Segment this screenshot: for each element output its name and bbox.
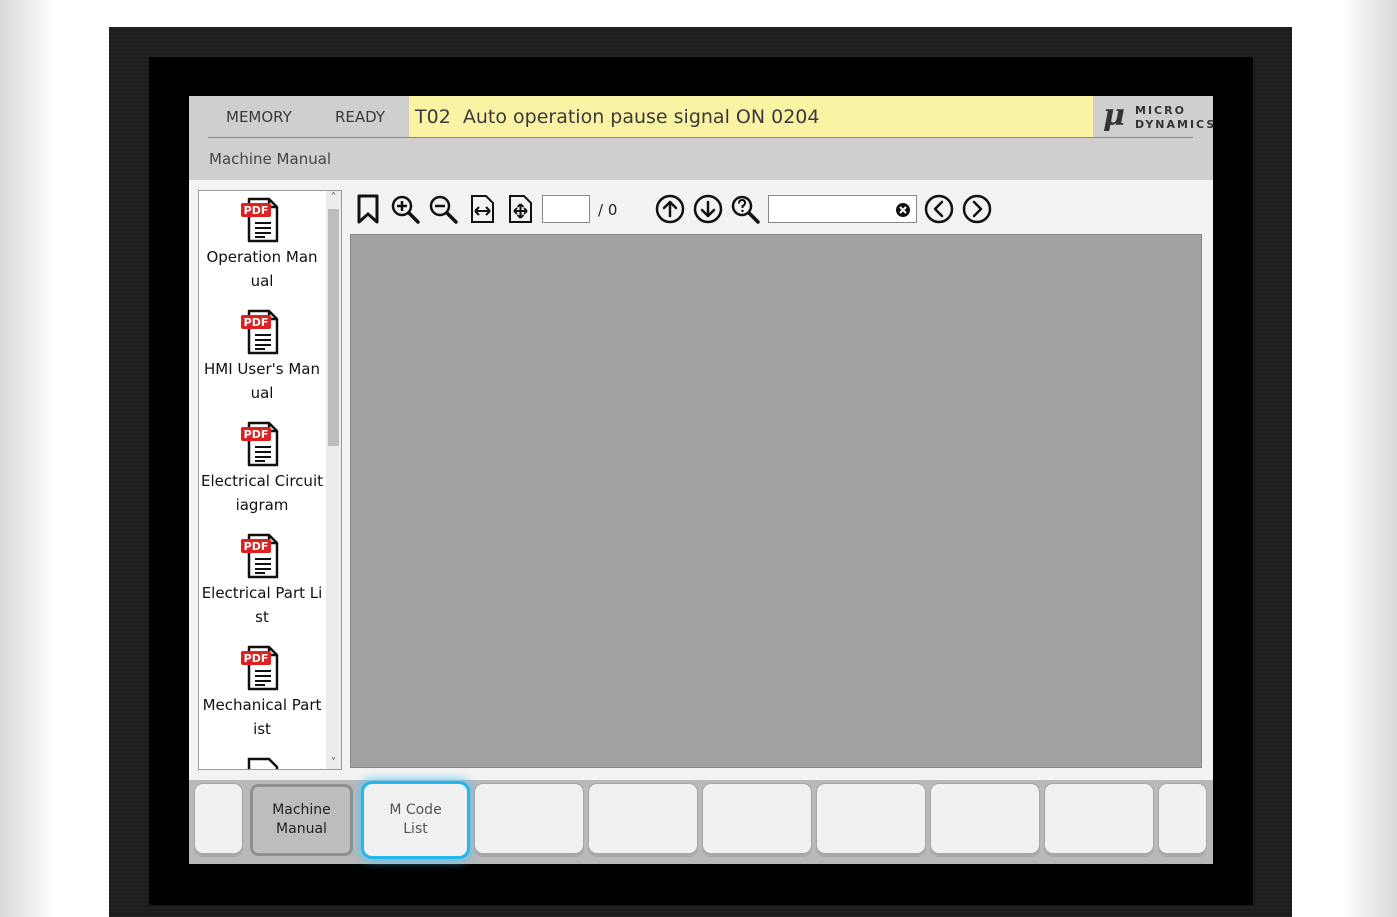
file-list-item[interactable]: PDF Electrical Part Li st [199, 527, 325, 639]
softkey-mcode-list[interactable]: M Code List [364, 784, 467, 856]
softkey-bar: Machine Manual M Code List [189, 780, 1213, 864]
fit-width-icon[interactable] [467, 194, 497, 224]
next-page-icon[interactable] [962, 194, 992, 224]
pdf-file-icon: PDF [241, 421, 279, 467]
scrollbar-thumb[interactable] [328, 209, 339, 446]
zoom-in-icon[interactable] [390, 194, 420, 224]
svg-text:PDF: PDF [244, 204, 269, 217]
status-bar: MEMORY READY T02 Auto operation pause si… [189, 96, 1214, 138]
scroll-down-arrow-icon[interactable]: ˅ [326, 757, 341, 768]
softkey-back[interactable] [195, 784, 242, 856]
file-list-item[interactable]: PDF Operation Man ual [199, 191, 325, 303]
logo-text-line2: DYNAMICS [1135, 118, 1217, 131]
file-name-label: Electrical Part Li st [201, 584, 323, 626]
page-total-label: / 0 [598, 201, 618, 219]
company-logo: μ MICRO DYNAMICS [1101, 98, 1214, 133]
zoom-out-icon[interactable] [428, 194, 458, 224]
softkey-empty-5[interactable] [703, 784, 811, 856]
logo-text-line1: MICRO [1135, 104, 1186, 117]
bookmark-icon[interactable] [353, 194, 383, 224]
previous-page-icon[interactable] [924, 194, 954, 224]
alarm-message: T02 Auto operation pause signal ON 0204 [415, 106, 820, 128]
page-number-input[interactable] [542, 195, 590, 223]
state-indicator: READY [335, 108, 386, 126]
pdf-file-icon: PDF [241, 197, 279, 243]
pdf-file-icon [247, 757, 279, 769]
softkey-machine-manual-label: Machine Manual [272, 802, 331, 837]
softkey-mcode-list-label: M Code List [389, 802, 442, 837]
pdf-file-icon: PDF [241, 645, 279, 691]
softkey-empty-4[interactable] [589, 784, 697, 856]
hmi-screen: MEMORY READY T02 Auto operation pause si… [189, 96, 1214, 864]
screen-title-bar: Machine Manual [189, 138, 1213, 180]
file-list-item[interactable]: PDF HMI User's Man ual [199, 303, 325, 415]
screen-title: Machine Manual [209, 150, 332, 168]
previous-result-up-icon[interactable] [655, 194, 685, 224]
file-name-label: HMI User's Man ual [204, 360, 320, 402]
scroll-up-arrow-icon[interactable]: ˄ [326, 192, 341, 203]
pdf-file-icon: PDF [241, 533, 279, 579]
pdf-viewer-area[interactable] [350, 234, 1202, 768]
fit-page-icon[interactable] [505, 194, 535, 224]
search-icon[interactable] [730, 194, 760, 224]
clear-search-icon[interactable] [895, 202, 911, 218]
file-name-label: Mechanical Part ist [202, 696, 322, 738]
svg-text:PDF: PDF [244, 428, 269, 441]
file-name-label: Operation Man ual [206, 248, 318, 290]
svg-text:PDF: PDF [244, 316, 269, 329]
softkey-empty-8[interactable] [1045, 784, 1153, 856]
alarm-message-bar[interactable]: T02 Auto operation pause signal ON 0204 [409, 96, 1093, 137]
file-list-item[interactable]: PDF Electrical Circuit iagram [199, 415, 325, 527]
list-item-partial[interactable] [199, 751, 325, 769]
manual-file-list[interactable]: PDF Operation Man ual PDF HMI User's Man ual… [198, 190, 342, 770]
softkey-empty-6[interactable] [817, 784, 925, 856]
pdf-file-icon: PDF [241, 309, 279, 355]
mode-indicator: MEMORY [226, 108, 292, 126]
file-list-scrollbar[interactable]: ˄ ˅ [326, 191, 341, 769]
svg-text:PDF: PDF [244, 540, 269, 553]
softkey-empty-3[interactable] [475, 784, 583, 856]
file-name-label: Electrical Circuit iagram [201, 472, 323, 514]
softkey-next[interactable] [1159, 784, 1206, 856]
next-result-down-icon[interactable] [693, 194, 723, 224]
softkey-empty-7[interactable] [931, 784, 1039, 856]
softkey-machine-manual[interactable]: Machine Manual [250, 784, 353, 856]
svg-text:PDF: PDF [244, 652, 269, 665]
logo-symbol: μ [1103, 98, 1125, 133]
file-list-item[interactable]: PDF Mechanical Part ist [199, 639, 325, 751]
